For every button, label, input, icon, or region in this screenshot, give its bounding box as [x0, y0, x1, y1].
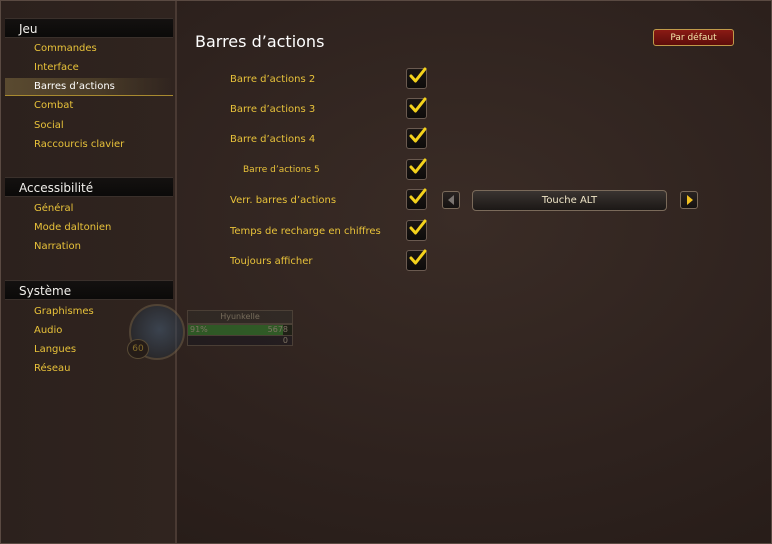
checkbox-cooldown-numbers[interactable]	[406, 219, 427, 241]
checkmark-icon	[409, 219, 427, 235]
health-value: 5678	[267, 325, 288, 334]
player-name: Hyunkelle	[187, 310, 293, 324]
arrow-left-icon	[448, 195, 454, 205]
player-mana-bar: 0	[187, 335, 293, 346]
checkbox-bar-5[interactable]	[406, 158, 427, 180]
option-label-cooldown-numbers: Temps de recharge en chiffres	[230, 226, 381, 237]
checkmark-icon	[409, 67, 427, 83]
sidebar-item-reseau[interactable]: Réseau	[5, 360, 173, 378]
health-percent: 91%	[190, 325, 208, 334]
sidebar: Jeu Commandes Interface Barres d’actions…	[1, 1, 177, 543]
option-label-bar-5: Barre d’actions 5	[243, 165, 320, 175]
settings-window: Jeu Commandes Interface Barres d’actions…	[0, 0, 772, 544]
checkmark-icon	[409, 249, 427, 265]
option-label-bar-2: Barre d’actions 2	[230, 74, 316, 85]
checkbox-always-show[interactable]	[406, 249, 427, 271]
checkmark-icon	[409, 188, 427, 204]
sidebar-item-barres-actions[interactable]: Barres d’actions	[5, 78, 173, 96]
player-unit-frame: 60 Hyunkelle 91% 5678 0	[127, 304, 294, 360]
reset-defaults-button[interactable]: Par défaut	[653, 29, 734, 46]
sidebar-item-combat[interactable]: Combat	[5, 97, 173, 115]
page-title: Barres d’actions	[195, 32, 325, 51]
checkbox-bar-2[interactable]	[406, 67, 427, 89]
sidebar-item-commandes[interactable]: Commandes	[5, 40, 173, 58]
sidebar-item-mode-daltonien[interactable]: Mode daltonien	[5, 219, 173, 237]
dropdown-next-button[interactable]	[680, 191, 698, 209]
checkbox-bar-3[interactable]	[406, 97, 427, 119]
checkbox-bar-4[interactable]	[406, 127, 427, 149]
sidebar-item-social[interactable]: Social	[5, 117, 173, 135]
sidebar-item-interface[interactable]: Interface	[5, 59, 173, 77]
arrow-right-icon	[687, 195, 693, 205]
player-level: 60	[127, 339, 149, 359]
option-label-bar-4: Barre d’actions 4	[230, 134, 316, 145]
lock-modifier-dropdown[interactable]: Touche ALT	[472, 190, 667, 211]
section-header-jeu[interactable]: Jeu	[5, 18, 173, 38]
dropdown-prev-button[interactable]	[442, 191, 460, 209]
section-header-accessibilite[interactable]: Accessibilité	[5, 177, 173, 197]
option-label-always-show: Toujours afficher	[230, 256, 313, 267]
mana-value: 0	[282, 336, 288, 345]
checkmark-icon	[409, 127, 427, 143]
section-header-systeme[interactable]: Système	[5, 280, 173, 300]
option-label-bar-3: Barre d’actions 3	[230, 104, 316, 115]
checkbox-lock-bars[interactable]	[406, 188, 427, 210]
sidebar-item-narration[interactable]: Narration	[5, 238, 173, 256]
option-label-lock-bars: Verr. barres d’actions	[230, 195, 337, 206]
checkmark-icon	[409, 97, 427, 113]
sidebar-item-general[interactable]: Général	[5, 200, 173, 218]
sidebar-item-raccourcis-clavier[interactable]: Raccourcis clavier	[5, 136, 173, 154]
checkmark-icon	[409, 158, 427, 174]
